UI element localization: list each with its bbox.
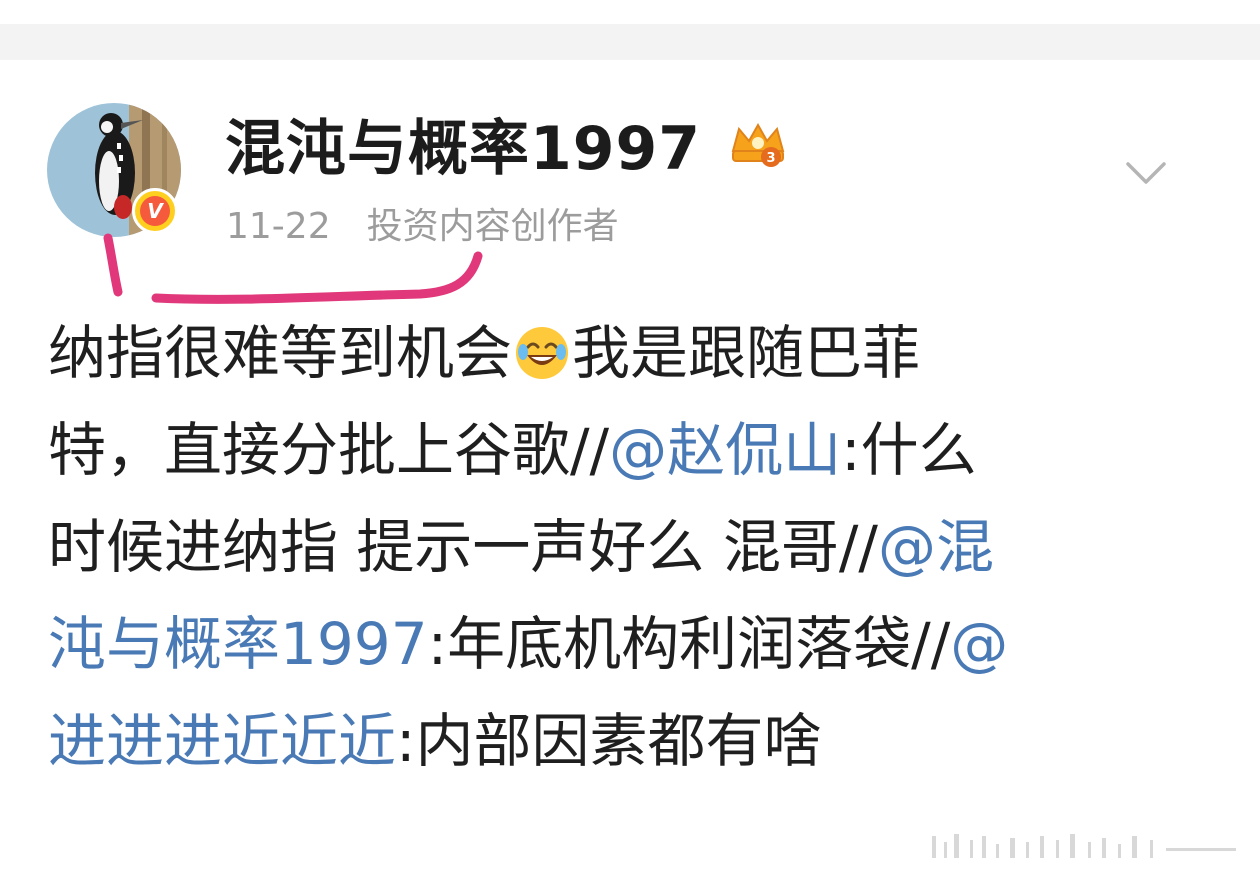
mention-link[interactable]: 进进进近近近 — [48, 707, 396, 775]
post-line: 沌与概率1997:年底机构利润落袋//@ — [48, 596, 1238, 693]
verified-v-icon: V — [140, 196, 170, 226]
top-bar — [0, 0, 1260, 60]
mention-link[interactable]: @混 — [878, 513, 994, 581]
verified-badge: V — [132, 188, 178, 234]
post-text: :年底机构利润落袋// — [427, 610, 951, 678]
mention-link[interactable]: @赵侃山 — [609, 416, 841, 484]
post-text: 时候进纳指 提示一声好么 混哥// — [48, 513, 878, 581]
post-line: 时候进纳指 提示一声好么 混哥//@混 — [48, 499, 1238, 596]
svg-text:3: 3 — [766, 151, 775, 166]
post-text: 我是跟随巴菲 — [572, 319, 921, 387]
author-name[interactable]: 混沌与概率1997 — [225, 113, 701, 185]
post-meta: 11-22 投资内容创作者 — [226, 203, 619, 251]
post-line: 进进进近近近:内部因素都有啥 — [48, 693, 1238, 790]
mention-link[interactable]: @ — [950, 610, 1008, 678]
post-body: 纳指很难等到机会 我是跟随巴菲 特，直接分批上谷歌//@赵侃山:什么 时候进纳指… — [48, 305, 1238, 790]
post-text: 特，直接分批上谷歌// — [48, 416, 610, 484]
laugh-cry-emoji-icon — [514, 313, 570, 379]
crown-level-3-icon: 3 — [727, 121, 789, 171]
post-text: :内部因素都有啥 — [396, 707, 822, 775]
author-tag: 投资内容创作者 — [366, 206, 619, 247]
post-date: 11-22 — [226, 206, 331, 247]
post-line: 纳指很难等到机会 我是跟随巴菲 — [48, 305, 1238, 402]
mention-link[interactable]: 沌与概率1997 — [48, 610, 428, 678]
post-text: 纳指很难等到机会 — [48, 319, 513, 387]
watermark-logo — [932, 834, 1236, 858]
chevron-down-icon[interactable] — [1124, 158, 1168, 188]
post-line: 特，直接分批上谷歌//@赵侃山:什么 — [48, 402, 1238, 499]
post-text: :什么 — [841, 416, 977, 484]
